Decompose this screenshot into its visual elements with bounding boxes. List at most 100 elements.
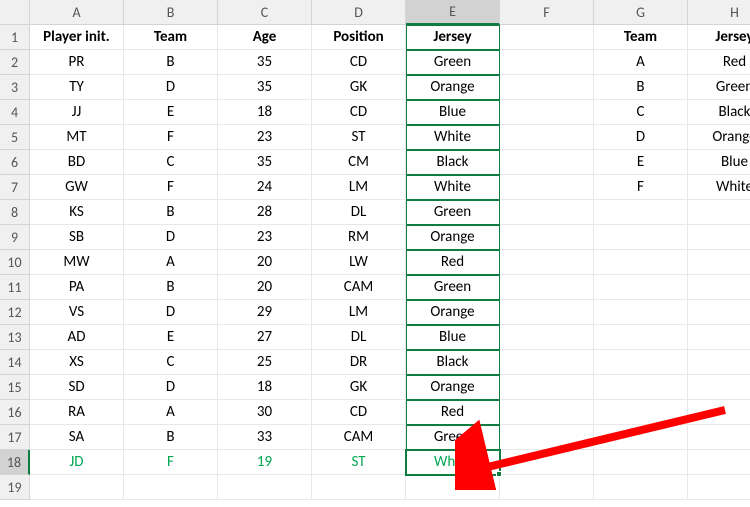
cell-D3[interactable]: GK [312,75,406,100]
cell-B15[interactable]: D [124,375,218,400]
cell-D19[interactable] [312,475,406,500]
cell-B19[interactable] [124,475,218,500]
cell-C5[interactable]: 23 [218,125,312,150]
cell-D6[interactable]: CM [312,150,406,175]
cell-G3[interactable]: B [594,75,688,100]
cell-B2[interactable]: B [124,50,218,75]
cell-D18[interactable]: ST [312,450,406,475]
cell-F9[interactable] [500,225,594,250]
cell-E19[interactable] [406,475,500,500]
row-header-2[interactable]: 2 [0,50,30,75]
cell-A5[interactable]: MT [30,125,124,150]
cell-G11[interactable] [594,275,688,300]
col-header-D[interactable]: D [312,0,406,25]
cell-D7[interactable]: LM [312,175,406,200]
cell-D14[interactable]: DR [312,350,406,375]
cell-A14[interactable]: XS [30,350,124,375]
cell-A2[interactable]: PR [30,50,124,75]
cell-A6[interactable]: BD [30,150,124,175]
cell-G9[interactable] [594,225,688,250]
cell-G7[interactable]: F [594,175,688,200]
cell-G5[interactable]: D [594,125,688,150]
cell-E14[interactable]: Black [406,350,500,375]
cell-F19[interactable] [500,475,594,500]
cell-F2[interactable] [500,50,594,75]
cell-A1[interactable]: Player init. [30,25,124,50]
cell-E9[interactable]: Orange [406,225,500,250]
cell-G18[interactable] [594,450,688,475]
row-header-6[interactable]: 6 [0,150,30,175]
cell-F5[interactable] [500,125,594,150]
col-header-F[interactable]: F [500,0,594,25]
cell-C11[interactable]: 20 [218,275,312,300]
cell-A10[interactable]: MW [30,250,124,275]
cell-B18[interactable]: F [124,450,218,475]
row-header-8[interactable]: 8 [0,200,30,225]
cell-C8[interactable]: 28 [218,200,312,225]
cell-E10[interactable]: Red [406,250,500,275]
cell-H9[interactable] [688,225,750,250]
row-header-3[interactable]: 3 [0,75,30,100]
cell-C15[interactable]: 18 [218,375,312,400]
cell-G19[interactable] [594,475,688,500]
cell-D15[interactable]: GK [312,375,406,400]
cell-C7[interactable]: 24 [218,175,312,200]
cell-H4[interactable]: Black [688,100,750,125]
cell-B12[interactable]: D [124,300,218,325]
cell-H6[interactable]: Blue [688,150,750,175]
cell-A12[interactable]: VS [30,300,124,325]
col-header-H[interactable]: H [688,0,750,25]
row-header-7[interactable]: 7 [0,175,30,200]
cell-A19[interactable] [30,475,124,500]
cell-G12[interactable] [594,300,688,325]
row-header-17[interactable]: 17 [0,425,30,450]
cell-D11[interactable]: CAM [312,275,406,300]
cell-H11[interactable] [688,275,750,300]
cell-F4[interactable] [500,100,594,125]
col-header-E[interactable]: E [406,0,500,25]
cell-H8[interactable] [688,200,750,225]
cell-F1[interactable] [500,25,594,50]
cell-E3[interactable]: Orange [406,75,500,100]
cell-C18[interactable]: 19 [218,450,312,475]
cell-A16[interactable]: RA [30,400,124,425]
cell-A9[interactable]: SB [30,225,124,250]
cell-F6[interactable] [500,150,594,175]
cell-C17[interactable]: 33 [218,425,312,450]
cell-H15[interactable] [688,375,750,400]
cell-E5[interactable]: White [406,125,500,150]
cell-B10[interactable]: A [124,250,218,275]
cell-C13[interactable]: 27 [218,325,312,350]
cell-H12[interactable] [688,300,750,325]
spreadsheet-grid[interactable]: ABCDEFGH1Player init.TeamAgePositionJers… [0,0,750,500]
cell-B17[interactable]: B [124,425,218,450]
cell-D8[interactable]: DL [312,200,406,225]
cell-A8[interactable]: KS [30,200,124,225]
cell-G1[interactable]: Team [594,25,688,50]
cell-C12[interactable]: 29 [218,300,312,325]
cell-B4[interactable]: E [124,100,218,125]
cell-C10[interactable]: 20 [218,250,312,275]
cell-C4[interactable]: 18 [218,100,312,125]
cell-B16[interactable]: A [124,400,218,425]
cell-G16[interactable] [594,400,688,425]
cell-C3[interactable]: 35 [218,75,312,100]
cell-F10[interactable] [500,250,594,275]
cell-E13[interactable]: Blue [406,325,500,350]
cell-D16[interactable]: CD [312,400,406,425]
cell-D9[interactable]: RM [312,225,406,250]
col-header-A[interactable]: A [30,0,124,25]
cell-G6[interactable]: E [594,150,688,175]
cell-F15[interactable] [500,375,594,400]
cell-E18[interactable]: White [406,450,500,475]
cell-E17[interactable]: Green [406,425,500,450]
cell-H3[interactable]: Green [688,75,750,100]
cell-H10[interactable] [688,250,750,275]
fill-handle[interactable] [496,471,502,477]
cell-E6[interactable]: Black [406,150,500,175]
row-header-19[interactable]: 19 [0,475,30,500]
cell-E1[interactable]: Jersey [406,25,500,50]
cell-D5[interactable]: ST [312,125,406,150]
cell-E12[interactable]: Orange [406,300,500,325]
cell-A13[interactable]: AD [30,325,124,350]
